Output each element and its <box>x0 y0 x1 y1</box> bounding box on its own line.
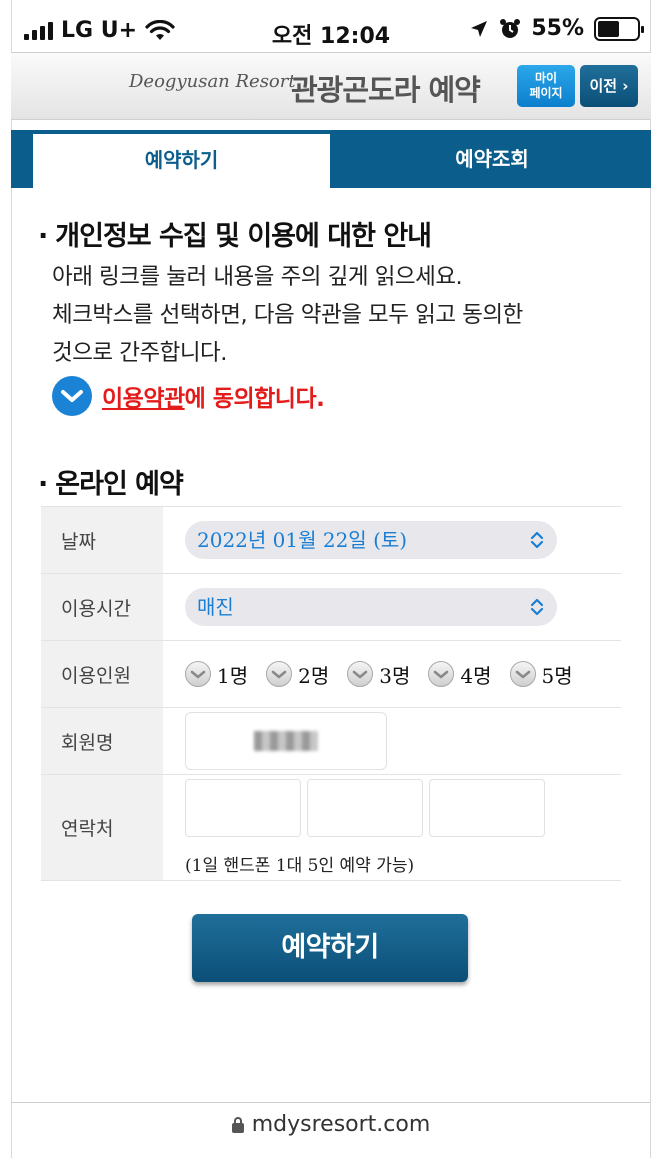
phone-field-1[interactable] <box>185 779 301 837</box>
time-row: 이용시간 매진 <box>41 574 621 641</box>
check-icon <box>347 661 374 687</box>
tab-lookup[interactable]: 예약조회 <box>333 130 651 188</box>
mypage-label-1: 마이 <box>534 71 558 85</box>
date-select[interactable]: 2022년 01월 22일 (토) <box>185 521 557 559</box>
contact-note: (1일 핸드폰 1대 5인 예약 가능) <box>185 856 415 876</box>
brand-logo: Deogyusan Resort <box>129 71 296 92</box>
people-label: 이용인원 <box>41 641 163 707</box>
online-title-text: 온라인 예약 <box>55 469 184 500</box>
phone-field-3[interactable] <box>429 779 545 837</box>
battery-fill <box>598 20 619 37</box>
phone-field-2[interactable] <box>307 779 423 837</box>
notice-line-1: 아래 링크를 눌러 내용을 주의 깊게 읽으세요. <box>52 264 463 290</box>
app-header: Deogyusan Resort 관광곤도라 예약 마이 페이지 이전 › <box>11 52 651 120</box>
tab-bar: 예약하기 예약조회 <box>11 130 651 188</box>
notice-line-2: 체크박스를 선택하면, 다음 약관을 모두 읽고 동의한 <box>52 302 523 328</box>
people-option-label: 2명 <box>298 663 330 688</box>
check-icon <box>266 661 293 687</box>
mypage-label-2: 페이지 <box>529 86 563 100</box>
check-icon <box>61 390 83 402</box>
people-option-label: 3명 <box>379 663 411 688</box>
online-section-title: · 온라인 예약 <box>38 462 184 501</box>
contact-label: 연락처 <box>41 775 163 880</box>
time-label: 이용시간 <box>41 574 163 640</box>
agree-suffix: 에 동의합니다. <box>184 386 325 412</box>
privacy-notice: 아래 링크를 눌러 내용을 주의 깊게 읽으세요. 체크박스를 선택하면, 다음… <box>52 258 632 372</box>
url-text: mdysresort.com <box>251 1112 431 1137</box>
member-row: 회원명 <box>41 708 621 775</box>
battery-icon <box>594 16 644 41</box>
submit-reservation-button[interactable]: 예약하기 <box>192 914 468 982</box>
agree-checkbox[interactable] <box>52 376 92 416</box>
people-option-label: 5명 <box>541 663 573 688</box>
check-icon <box>509 661 536 687</box>
lock-icon <box>231 1116 244 1133</box>
battery-percent: 55% <box>531 16 584 41</box>
tab-reserve[interactable]: 예약하기 <box>33 132 330 188</box>
contact-row: 연락처 (1일 핸드폰 1대 5인 예약 가능) <box>41 775 621 881</box>
notice-line-3: 것으로 간주합니다. <box>52 340 227 366</box>
people-option-4[interactable]: 4명 <box>428 660 492 689</box>
member-name-input[interactable] <box>185 712 387 770</box>
reservation-form: 날짜 2022년 01월 22일 (토) 이용시간 매진 이용인원 1명 2명 3명… <box>41 506 621 881</box>
check-icon <box>185 661 211 687</box>
people-options: 1명 2명 3명 4명 5명 <box>163 641 621 707</box>
people-option-label: 4명 <box>460 663 492 688</box>
back-button[interactable]: 이전 › <box>580 65 638 107</box>
check-icon <box>428 661 455 687</box>
bullet: · <box>38 469 48 500</box>
blurred-name <box>254 731 318 751</box>
alarm-icon <box>500 18 521 38</box>
bullet: · <box>38 221 48 252</box>
footer-divider <box>11 1102 651 1103</box>
people-option-5[interactable]: 5명 <box>509 660 573 689</box>
people-option-2[interactable]: 2명 <box>266 660 329 689</box>
location-arrow-icon <box>471 20 488 37</box>
time-select[interactable]: 매진 <box>185 588 557 626</box>
privacy-title-text: 개인정보 수집 및 이용에 대한 안내 <box>55 221 432 252</box>
terms-link[interactable]: 이용약관 <box>102 386 185 412</box>
address-bar[interactable]: mdysresort.com <box>0 1112 662 1137</box>
page-title: 관광곤도라 예약 <box>291 73 481 107</box>
mypage-button[interactable]: 마이 페이지 <box>517 65 575 107</box>
date-row: 날짜 2022년 01월 22일 (토) <box>41 507 621 574</box>
time-value: 매진 <box>197 595 234 619</box>
people-option-label: 1명 <box>217 663 249 688</box>
updown-chevron-icon <box>530 598 544 616</box>
people-row: 이용인원 1명 2명 3명 4명 5명 <box>41 641 621 708</box>
member-label: 회원명 <box>41 708 163 774</box>
date-value: 2022년 01월 22일 (토) <box>197 528 408 552</box>
date-label: 날짜 <box>41 507 163 573</box>
people-option-1[interactable]: 1명 <box>185 660 248 689</box>
privacy-section-title: · 개인정보 수집 및 이용에 대한 안내 <box>38 214 432 253</box>
agree-text: 이용약관에 동의합니다. <box>102 379 325 413</box>
people-option-3[interactable]: 3명 <box>347 660 410 689</box>
agree-row: 이용약관에 동의합니다. <box>52 376 325 416</box>
updown-chevron-icon <box>530 531 544 549</box>
